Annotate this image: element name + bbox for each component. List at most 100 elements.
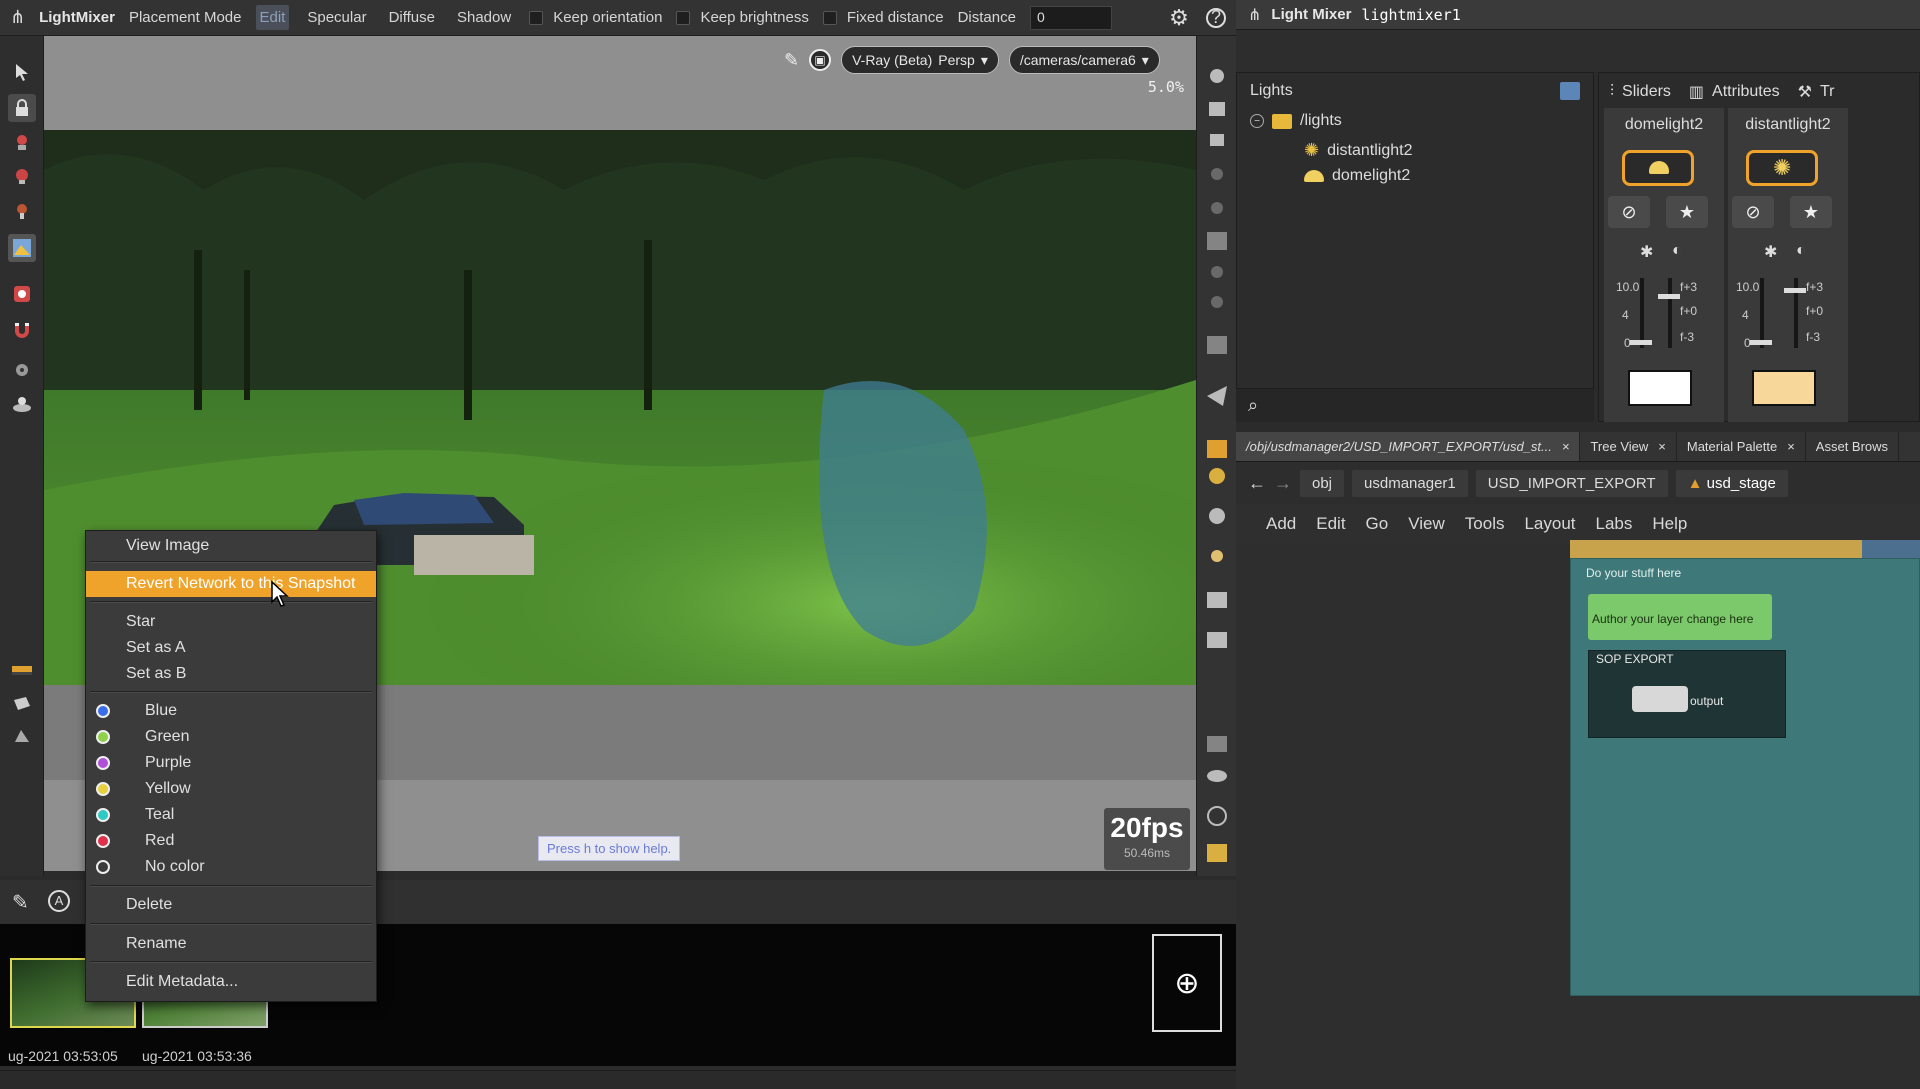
breadcrumb-usd-import-export[interactable]: USD_IMPORT_EXPORT	[1475, 469, 1668, 497]
menu-item-no-color[interactable]: No color	[86, 854, 376, 880]
lock-icon[interactable]: ▣	[809, 49, 832, 71]
sticky-note[interactable]: Author your layer change here	[1588, 594, 1772, 640]
pencil-icon[interactable]: ✎	[784, 50, 799, 71]
menu-item-rename[interactable]: Rename	[86, 931, 376, 957]
close-icon[interactable]: ×	[1787, 439, 1795, 454]
ruler-tool-icon[interactable]	[8, 656, 36, 684]
specular-button[interactable]: Specular	[303, 5, 370, 30]
yellow-color-dot	[96, 782, 110, 796]
menu-item-color-green[interactable]: Green	[86, 724, 376, 750]
edit-button[interactable]: Edit	[255, 5, 290, 30]
intensity-slider[interactable]	[1640, 278, 1644, 348]
handle-tool-icon[interactable]	[8, 280, 36, 308]
menu-view[interactable]: View	[1408, 514, 1445, 534]
fixed-distance-toggle[interactable]: Fixed distance	[822, 9, 944, 26]
light-enable-button[interactable]	[1622, 150, 1694, 186]
exposure-slider-handle[interactable]	[1658, 294, 1680, 299]
menu-item-edit-metadata[interactable]: Edit Metadata...	[86, 969, 376, 995]
menu-add[interactable]: Add	[1266, 514, 1296, 534]
add-light-icon[interactable]	[1560, 82, 1580, 100]
intensity-slider-handle[interactable]	[1750, 340, 1772, 345]
breadcrumb-usdmanager1[interactable]: usdmanager1	[1352, 469, 1468, 497]
pose-tool-icon[interactable]	[8, 128, 36, 156]
diffuse-button[interactable]: Diffuse	[385, 5, 439, 30]
menu-item-set-as-a[interactable]: Set as A	[86, 635, 376, 661]
breadcrumb-obj[interactable]: obj	[1300, 469, 1345, 497]
exposure-slider[interactable]	[1668, 278, 1672, 348]
paint-tool-icon[interactable]	[8, 162, 36, 190]
tab-sliders[interactable]: ⫶ Sliders	[1610, 83, 1671, 101]
select-tool-icon[interactable]	[8, 58, 36, 86]
intensity-slider[interactable]	[1760, 278, 1764, 348]
solo-button[interactable]: ★	[1666, 196, 1708, 228]
light-color-swatch[interactable]	[1628, 370, 1692, 406]
brush-tool-icon[interactable]	[8, 690, 36, 718]
menu-item-revert-network[interactable]: Revert Network to this Snapshot	[86, 571, 376, 597]
app-title: LightMixer	[39, 9, 115, 26]
view-tool-icon[interactable]	[8, 356, 36, 384]
close-icon[interactable]: ×	[1562, 439, 1570, 454]
lights-search-bar[interactable]: ⌕	[1236, 388, 1594, 422]
tree-row-distantlight2[interactable]: ✺ distantlight2	[1304, 140, 1412, 161]
output-node[interactable]	[1632, 686, 1688, 712]
menu-item-set-as-b[interactable]: Set as B	[86, 661, 376, 687]
menu-item-color-blue[interactable]: Blue	[86, 698, 376, 724]
menu-layout[interactable]: Layout	[1524, 514, 1575, 534]
ab-compare-icon[interactable]: A	[48, 890, 70, 912]
solo-button[interactable]: ★	[1790, 196, 1832, 228]
breadcrumb-usd-stage[interactable]: ▲ usd_stage	[1675, 469, 1788, 497]
menu-item-delete[interactable]: Delete	[86, 892, 376, 918]
tab-tr[interactable]: ⚒ Tr	[1798, 82, 1835, 102]
light-color-swatch[interactable]	[1752, 370, 1816, 406]
node-name-field[interactable]: lightmixer1	[1361, 6, 1460, 24]
tree-row-domelight2[interactable]: domelight2	[1304, 167, 1410, 185]
stamp-tool-icon[interactable]	[8, 722, 36, 750]
camera-menu[interactable]: /cameras/camera6 ▾	[1008, 46, 1160, 74]
color-label: Green	[145, 728, 190, 745]
menu-item-color-teal[interactable]: Teal	[86, 802, 376, 828]
shadow-button[interactable]: Shadow	[453, 5, 515, 30]
tab-material-palette[interactable]: Material Palette ×	[1677, 432, 1806, 461]
keep-brightness-toggle[interactable]: Keep brightness	[676, 9, 809, 26]
checkbox[interactable]	[529, 10, 544, 25]
light-mixer-tool-icon[interactable]	[8, 234, 36, 262]
tab-tree-view[interactable]: Tree View ×	[1580, 432, 1677, 461]
tag-icon[interactable]: ✎	[12, 890, 29, 915]
collapse-icon[interactable]: −	[1250, 114, 1264, 128]
light-enable-button[interactable]: ✺	[1746, 150, 1818, 186]
menu-item-color-red[interactable]: Red	[86, 828, 376, 854]
gear-icon[interactable]: ⚙	[1166, 5, 1192, 31]
exposure-slider-handle[interactable]	[1784, 288, 1806, 293]
tab-attributes[interactable]: ▥ Attributes	[1689, 82, 1780, 102]
tab-asset-browser[interactable]: Asset Brows	[1806, 432, 1900, 461]
menu-tools[interactable]: Tools	[1465, 514, 1505, 534]
magnet-tool-icon[interactable]	[8, 316, 36, 344]
mute-button[interactable]: ⊘	[1608, 196, 1650, 228]
menu-help[interactable]: Help	[1652, 514, 1687, 534]
menu-item-color-yellow[interactable]: Yellow	[86, 776, 376, 802]
distance-input[interactable]: 0	[1029, 5, 1112, 30]
tree-row-lights[interactable]: − /lights	[1250, 112, 1342, 130]
menu-edit[interactable]: Edit	[1316, 514, 1345, 534]
intensity-slider-handle[interactable]	[1630, 340, 1652, 345]
sculpt-tool-icon[interactable]	[8, 196, 36, 224]
keep-orientation-toggle[interactable]: Keep orientation	[529, 9, 662, 26]
tab-network-path[interactable]: /obj/usdmanager2/USD_IMPORT_EXPORT/usd_s…	[1236, 432, 1581, 461]
menu-item-star[interactable]: Star	[86, 609, 376, 635]
menu-item-view-image[interactable]: View Image	[86, 533, 376, 559]
help-icon[interactable]: ?	[1206, 7, 1226, 28]
horizontal-scrollbar[interactable]	[0, 1070, 1236, 1089]
camera-tool-icon[interactable]	[8, 390, 36, 418]
back-arrow-icon[interactable]: ←	[1248, 473, 1266, 494]
renderer-menu[interactable]: V-Ray (Beta) Persp ▾	[841, 46, 999, 74]
menu-go[interactable]: Go	[1366, 514, 1389, 534]
lock-tool-icon[interactable]	[8, 94, 36, 122]
checkbox[interactable]	[822, 10, 837, 25]
checkbox[interactable]	[676, 10, 691, 25]
close-icon[interactable]: ×	[1658, 439, 1666, 454]
add-snapshot-button[interactable]: ⊕	[1152, 934, 1222, 1032]
forward-arrow-icon[interactable]: →	[1274, 473, 1292, 494]
menu-item-color-purple[interactable]: Purple	[86, 750, 376, 776]
menu-labs[interactable]: Labs	[1596, 514, 1633, 534]
mute-button[interactable]: ⊘	[1732, 196, 1774, 228]
